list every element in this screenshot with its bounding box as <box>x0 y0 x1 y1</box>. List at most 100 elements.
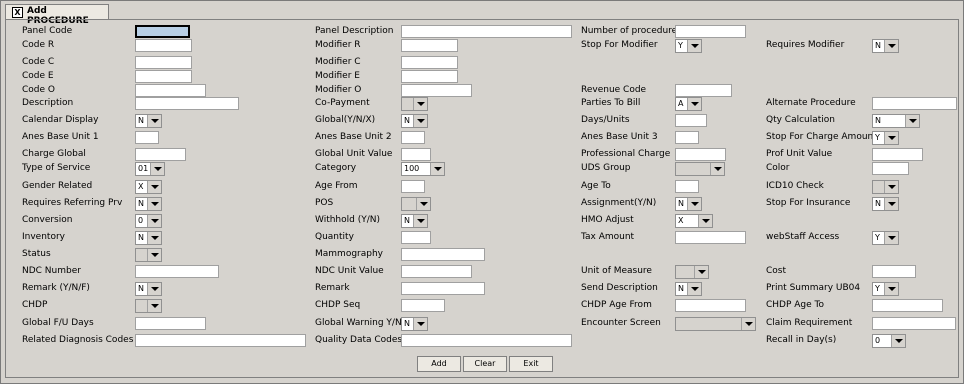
uds-group-select[interactable] <box>675 162 725 176</box>
requires-modifier-label: Requires Modifier <box>766 40 845 50</box>
status-select[interactable] <box>135 248 162 262</box>
tax-amount-input[interactable] <box>675 231 746 244</box>
send-description-label: Send Description <box>581 283 658 293</box>
form-row: Description Co-Payment Parties To Bill A… <box>6 97 958 111</box>
pos-select[interactable] <box>401 197 431 211</box>
days-units-input[interactable] <box>675 114 707 127</box>
global-fu-days-label: Global F/U Days <box>22 318 94 328</box>
modifier-c-input[interactable] <box>401 56 458 69</box>
description-input[interactable] <box>135 97 239 110</box>
panel-description-input[interactable] <box>401 25 572 38</box>
code-r-input[interactable] <box>135 39 192 52</box>
modifier-o-input[interactable] <box>401 84 472 97</box>
chevron-down-icon <box>694 266 708 278</box>
clear-button[interactable]: Clear <box>463 356 507 372</box>
gender-related-select[interactable]: X <box>135 180 162 194</box>
hmo-adjust-select[interactable]: X <box>675 214 713 228</box>
anes-base-unit-1-input[interactable] <box>135 131 159 144</box>
age-from-input[interactable] <box>401 180 425 193</box>
stop-for-charge-amount-select[interactable]: Y <box>872 131 899 145</box>
anes-base-unit-2-label: Anes Base Unit 2 <box>315 132 392 142</box>
exit-button[interactable]: Exit <box>509 356 553 372</box>
unit-of-measure-select[interactable] <box>675 265 709 279</box>
assignment-yn-select[interactable]: N <box>675 197 702 211</box>
chdp-age-from-input[interactable] <box>675 299 746 312</box>
code-o-input[interactable] <box>135 84 206 97</box>
professional-charge-input[interactable] <box>675 148 726 161</box>
recall-in-days-select[interactable]: 0 <box>872 334 906 348</box>
form-row: Global F/U Days Global Warning Y/N N Enc… <box>6 317 958 331</box>
requires-referring-prv-select[interactable]: N <box>135 197 162 211</box>
revenue-code-input[interactable] <box>675 84 732 97</box>
stop-for-modifier-label: Stop For Modifier <box>581 40 658 50</box>
chdp-age-to-input[interactable] <box>872 299 943 312</box>
stop-for-insurance-select[interactable]: N <box>872 197 899 211</box>
type-of-service-label: Type of Service <box>22 163 91 173</box>
conversion-select[interactable]: 0 <box>135 214 162 228</box>
stop-for-charge-amount-label: Stop For Charge Amount <box>766 132 877 142</box>
chevron-down-icon <box>884 198 898 210</box>
remark-input[interactable] <box>401 282 485 295</box>
number-of-procedure-input[interactable] <box>675 25 746 38</box>
form-row: NDC Number NDC Unit Value Unit of Measur… <box>6 265 958 279</box>
color-input[interactable] <box>872 162 909 175</box>
chdp-select[interactable] <box>135 299 162 313</box>
anes-base-unit-2-input[interactable] <box>401 131 425 144</box>
anes-base-unit-3-input[interactable] <box>675 131 699 144</box>
chevron-down-icon <box>687 283 701 295</box>
mammography-input[interactable] <box>401 248 485 261</box>
code-e-input[interactable] <box>135 70 192 83</box>
stop-for-modifier-select[interactable]: Y <box>675 39 702 53</box>
claim-requirement-input[interactable] <box>872 317 956 330</box>
calendar-display-select[interactable]: N <box>135 114 162 128</box>
quantity-input[interactable] <box>401 231 431 244</box>
requires-modifier-select[interactable]: N <box>872 39 899 53</box>
parties-to-bill-select[interactable]: A <box>675 97 702 111</box>
ndc-number-input[interactable] <box>135 265 219 278</box>
type-of-service-select[interactable]: 01 <box>135 162 165 176</box>
tab-add-procedure[interactable]: X Add PROCEDURE <box>5 4 109 26</box>
panel-code-input[interactable] <box>135 25 190 38</box>
add-button[interactable]: Add <box>417 356 461 372</box>
category-label: Category <box>315 163 357 173</box>
remark-ynf-select[interactable]: N <box>135 282 162 296</box>
modifier-e-input[interactable] <box>401 70 458 83</box>
global-fu-days-input[interactable] <box>135 317 206 330</box>
chdp-seq-input[interactable] <box>401 299 445 312</box>
webstaff-access-select[interactable]: Y <box>872 231 899 245</box>
age-from-label: Age From <box>315 181 358 191</box>
age-to-input[interactable] <box>675 180 699 193</box>
category-select[interactable]: 100 <box>401 162 445 176</box>
quality-data-codes-input[interactable] <box>401 334 572 347</box>
print-summary-ub04-select[interactable]: Y <box>872 282 899 296</box>
encounter-screen-select[interactable] <box>675 317 756 331</box>
modifier-r-label: Modifier R <box>315 40 361 50</box>
charge-global-input[interactable] <box>135 148 186 161</box>
chevron-down-icon <box>413 318 427 330</box>
ndc-unit-value-input[interactable] <box>401 265 472 278</box>
modifier-r-input[interactable] <box>401 39 458 52</box>
panel-description-label: Panel Description <box>315 26 394 36</box>
related-diagnosis-codes-input[interactable] <box>135 334 306 347</box>
global-unit-value-input[interactable] <box>401 148 431 161</box>
inventory-select[interactable]: N <box>135 231 162 245</box>
chevron-down-icon <box>147 300 161 312</box>
chevron-down-icon <box>430 163 444 175</box>
chevron-down-icon <box>416 198 430 210</box>
form-row: Related Diagnosis Codes Quality Data Cod… <box>6 334 958 348</box>
qty-calculation-select[interactable]: N <box>872 114 920 128</box>
close-icon[interactable]: X <box>12 7 23 18</box>
send-description-select[interactable]: N <box>675 282 702 296</box>
prof-unit-value-input[interactable] <box>872 148 923 161</box>
chevron-down-icon <box>147 249 161 261</box>
code-c-input[interactable] <box>135 56 192 69</box>
cost-input[interactable] <box>872 265 916 278</box>
withhold-yn-select[interactable]: N <box>401 214 428 228</box>
chevron-down-icon <box>687 40 701 52</box>
co-payment-select[interactable] <box>401 97 428 111</box>
alternate-procedure-input[interactable] <box>872 97 957 110</box>
global-ynx-select[interactable]: N <box>401 114 428 128</box>
global-warning-yn-select[interactable]: N <box>401 317 428 331</box>
form-row: Panel Code Panel Description Number of p… <box>6 25 958 39</box>
icd10-check-select[interactable] <box>872 180 899 194</box>
